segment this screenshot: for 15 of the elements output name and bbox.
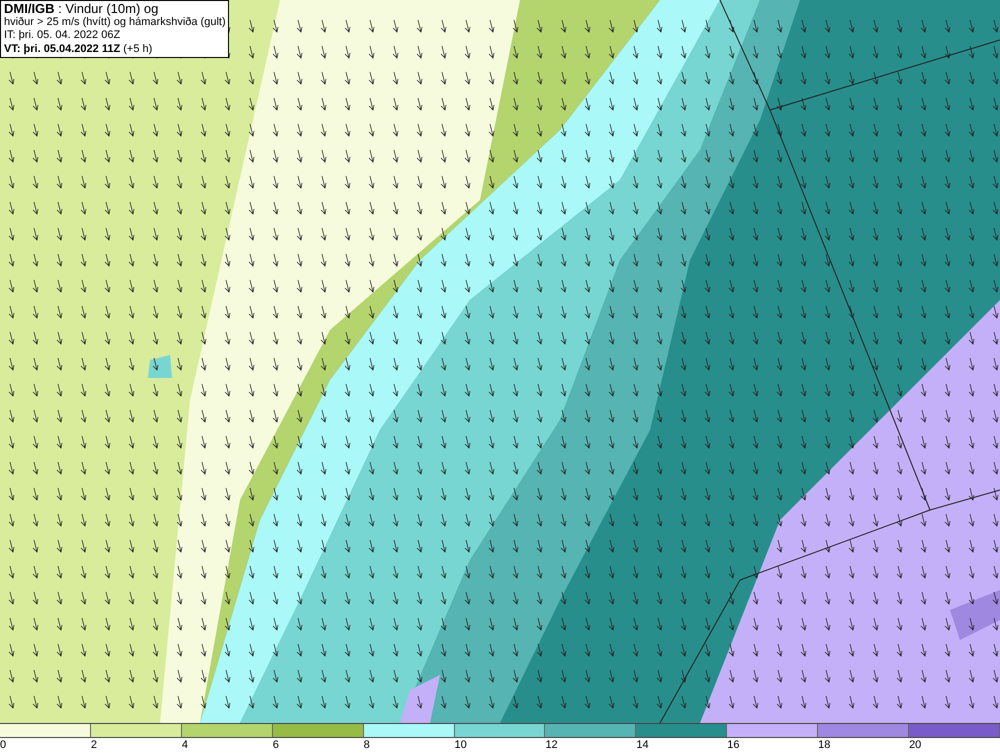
legend-tick-label: 6 xyxy=(272,738,279,753)
legend-tick-label: 8 xyxy=(364,738,370,753)
legend-tick-label: 14 xyxy=(636,738,649,753)
legend-tick-label: 4 xyxy=(182,738,188,753)
legend-tick-label: 12 xyxy=(545,738,558,753)
info-text: hviður > 25 m/s (hvítt) og hámarkshviða (gult) xyxy=(4,16,225,29)
legend-tick-label: 2 xyxy=(90,738,98,753)
legend-tick-label: 10 xyxy=(454,738,467,753)
info-text: IT: þri. 05. 04. 2022 06Z xyxy=(4,29,122,42)
legend-tick-label: 16 xyxy=(727,738,740,753)
legend-tick-label: 18 xyxy=(818,738,830,753)
legend-tick-label: 20 xyxy=(909,738,922,753)
legend-tick-label: 0 xyxy=(0,738,6,753)
info-text: DMI/IGB : Vindur (10m) og xyxy=(4,2,160,16)
info-text: VT: þri. 05.04.2022 11Z (+5 h) xyxy=(4,42,154,56)
